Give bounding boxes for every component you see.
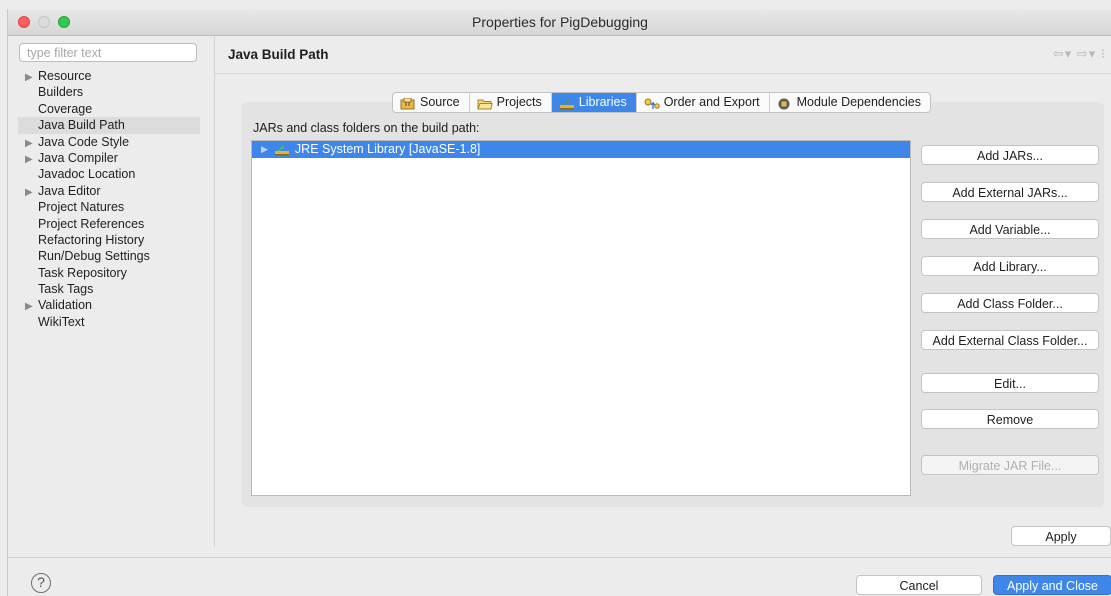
filter-input[interactable] <box>19 43 197 62</box>
list-item-jre-system-library[interactable]: ▶ JRE System Library [JavaSE-1.8] <box>252 141 910 158</box>
sidebar-item-label: Refactoring History <box>38 232 145 247</box>
tab-label: Libraries <box>578 95 627 109</box>
sidebar-item-java-code-style[interactable]: ▶ Java Code Style <box>18 134 200 150</box>
source-icon <box>400 97 416 109</box>
sidebar-item-javadoc-location[interactable]: Javadoc Location <box>18 166 200 182</box>
add-jars-button[interactable]: Add JARs... <box>921 145 1099 165</box>
tab-label: Source <box>420 95 460 109</box>
folder-icon <box>476 97 493 109</box>
window-title: Properties for PigDebugging <box>472 14 648 30</box>
sidebar-item-label: Coverage <box>38 101 93 116</box>
preferences-sidebar: ▶Resource Builders Coverage Java Build P… <box>8 36 215 547</box>
sidebar-item-java-compiler[interactable]: ▶ Java Compiler <box>18 150 200 166</box>
sidebar-item-label: Resource <box>38 69 92 83</box>
sidebar-item-builders[interactable]: Builders <box>18 84 200 100</box>
apply-and-close-button[interactable]: Apply and Close <box>993 575 1111 595</box>
sidebar-item-refactoring-history[interactable]: Refactoring History <box>18 232 200 248</box>
expand-arrow-icon[interactable]: ▶ <box>261 141 268 158</box>
sidebar-item-label: Java Compiler <box>38 150 118 165</box>
sidebar-item-label: Java Editor <box>38 183 101 198</box>
sidebar-item-label: Validation <box>38 298 92 313</box>
sidebar-item-java-editor[interactable]: ▶ Java Editor <box>18 183 200 199</box>
apply-button[interactable]: Apply <box>1011 526 1111 546</box>
tab-label: Module Dependencies <box>796 95 921 109</box>
tab-source[interactable]: Source <box>393 93 470 112</box>
edit-button[interactable]: Edit... <box>921 373 1099 393</box>
cancel-button[interactable]: Cancel <box>856 575 982 595</box>
sidebar-item-resource[interactable]: ▶ Resource <box>18 68 200 84</box>
tab-projects[interactable]: Projects <box>470 93 552 112</box>
libraries-icon <box>559 97 575 109</box>
libraries-panel: JARs and class folders on the build path… <box>242 102 1104 507</box>
tab-label: Order and Export <box>663 95 760 109</box>
module-icon <box>777 97 793 109</box>
tab-libraries[interactable]: Libraries <box>551 93 637 112</box>
sidebar-item-label: Javadoc Location <box>38 167 136 182</box>
build-path-tabs: Source Projects Libraries Order and Expo… <box>392 92 931 113</box>
preferences-tree: ▶ Resource Builders Coverage Java Build P… <box>18 68 200 330</box>
sidebar-item-validation[interactable]: ▶ Validation <box>18 297 200 313</box>
title-divider <box>215 73 1111 74</box>
sidebar-item-label: Run/Debug Settings <box>38 249 150 264</box>
sidebar-item-label: Builders <box>38 85 84 100</box>
title-bar[interactable]: Properties for PigDebugging <box>8 9 1111 36</box>
sidebar-item-run-debug-settings[interactable]: Run/Debug Settings <box>18 248 200 264</box>
tab-label: Projects <box>496 95 542 109</box>
sidebar-item-task-tags[interactable]: Task Tags <box>18 281 200 297</box>
add-external-class-folder-button[interactable]: Add External Class Folder... <box>921 330 1099 350</box>
sidebar-item-project-references[interactable]: Project References <box>18 216 200 232</box>
sidebar-item-label: Java Build Path <box>38 118 125 133</box>
sidebar-item-wikitext[interactable]: WikiText <box>18 314 200 330</box>
sidebar-item-project-natures[interactable]: Project Natures <box>18 199 200 215</box>
page-title: Java Build Path <box>228 47 329 62</box>
help-icon[interactable]: ? <box>31 573 51 593</box>
remove-button[interactable]: Remove <box>921 409 1099 429</box>
library-icon <box>274 144 290 156</box>
migrate-jar-file-button: Migrate JAR File... <box>921 455 1099 475</box>
sidebar-item-task-repository[interactable]: Task Repository <box>18 265 200 281</box>
order-export-icon <box>644 97 660 109</box>
add-variable-button[interactable]: Add Variable... <box>921 219 1099 239</box>
sidebar-item-coverage[interactable]: Coverage <box>18 101 200 117</box>
properties-dialog: Properties for PigDebugging ▶Resource Bu… <box>7 9 1111 596</box>
tab-order-and-export[interactable]: Order and Export <box>637 93 770 112</box>
sidebar-item-label: Project Natures <box>38 200 125 215</box>
add-library-button[interactable]: Add Library... <box>921 256 1099 276</box>
sidebar-item-label: Java Code Style <box>38 134 130 149</box>
sidebar-item-label: Task Tags <box>38 282 94 297</box>
build-path-list[interactable]: ▶ JRE System Library [JavaSE-1.8] <box>251 140 911 496</box>
add-class-folder-button[interactable]: Add Class Folder... <box>921 293 1099 313</box>
add-external-jars-button[interactable]: Add External JARs... <box>921 182 1099 202</box>
build-path-list-label: JARs and class folders on the build path… <box>253 121 480 135</box>
sidebar-item-label: Project References <box>38 216 145 231</box>
sidebar-item-label: Task Repository <box>38 265 127 280</box>
sidebar-item-java-build-path[interactable]: Java Build Path <box>18 117 200 134</box>
footer-divider <box>8 557 1111 558</box>
history-nav-arrows-icon[interactable]: ⇦▾ ⇨▾ ⁝ <box>1053 46 1106 62</box>
tab-module-dependencies[interactable]: Module Dependencies <box>770 93 930 112</box>
sidebar-item-label: WikiText <box>38 314 85 329</box>
content-area: Java Build Path ⇦▾ ⇨▾ ⁝ Source Projects <box>215 36 1111 547</box>
list-item-label: JRE System Library [JavaSE-1.8] <box>294 142 481 156</box>
